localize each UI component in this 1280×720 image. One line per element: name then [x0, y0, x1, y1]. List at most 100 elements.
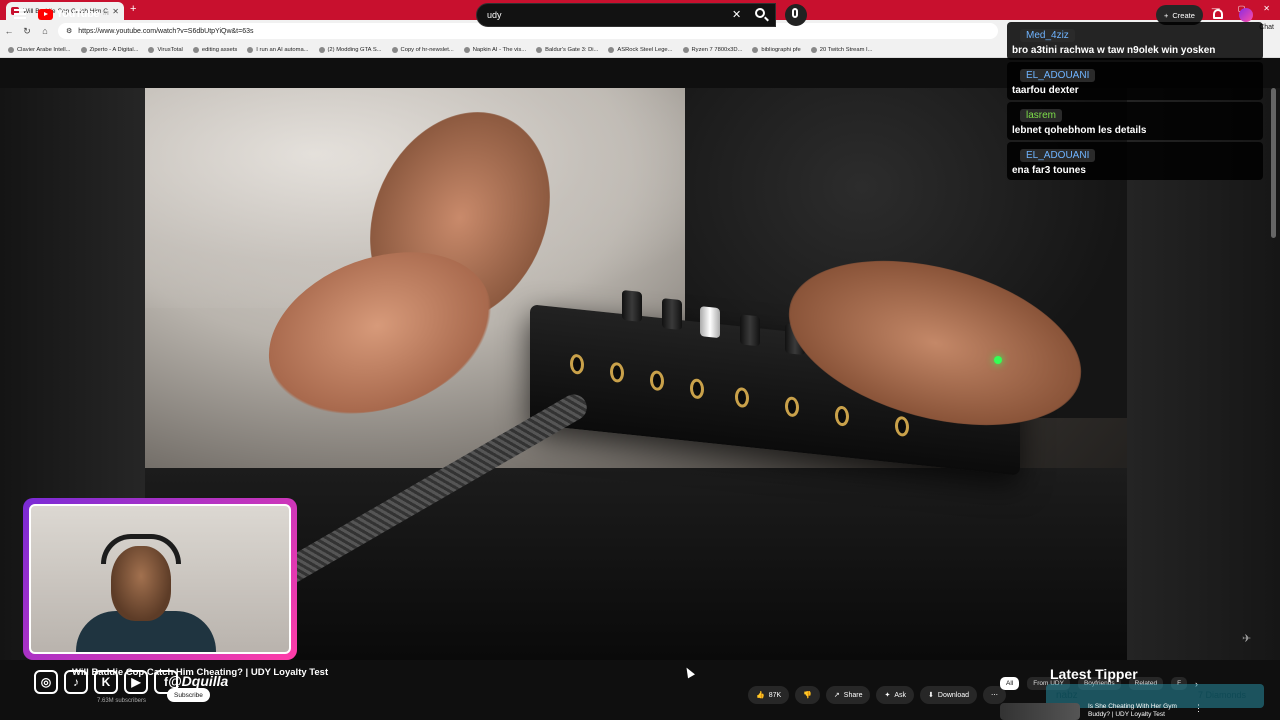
youtube-logo[interactable]: YouTube TN [38, 8, 109, 20]
bookmark-favicon-icon [247, 46, 254, 53]
chat-message: lasrem lebnet qohebhom les details [1007, 102, 1263, 140]
bookmark-label: (2) Modding GTA S... [327, 46, 382, 53]
video-actions: 👍 87K 👎 ↗ Share ✦ Ask ⬇ Download ⋯ [748, 686, 1007, 704]
menu-icon[interactable] [14, 9, 26, 19]
bookmark-item[interactable]: VirusTotal [148, 46, 183, 53]
account-avatar[interactable] [1239, 8, 1253, 22]
video-green-led [994, 356, 1002, 364]
back-icon[interactable]: ← [0, 26, 18, 36]
bookmark-label: I run an AI automa... [256, 46, 309, 53]
bookmark-favicon-icon [463, 46, 470, 53]
bookmark-label: Copy of hr-newslet... [400, 46, 454, 53]
page-scrollbar[interactable] [1271, 88, 1276, 238]
chat-text: lebnet qohebhom les details [1012, 125, 1147, 136]
reload-icon[interactable]: ↻ [18, 26, 36, 37]
bookmark-item[interactable]: Ryzen 7 7800x3D... [682, 46, 743, 53]
more-icon: ⋯ [991, 692, 999, 699]
share-button[interactable]: ↗ Share [825, 686, 871, 704]
close-window-icon[interactable]: ✕ [1263, 4, 1270, 13]
related-video-thumbnail[interactable] [1000, 703, 1080, 720]
youtube-icon[interactable]: ▶ [124, 670, 148, 694]
bookmark-label: bibliographi pfe [761, 46, 801, 53]
bookmark-item[interactable]: 20 Twitch Stream I... [810, 46, 873, 53]
new-tab-button[interactable]: + [130, 3, 136, 15]
close-tab-icon[interactable]: ✕ [112, 7, 119, 16]
chat-username: lasrem [1020, 109, 1063, 122]
bookmark-label: Ryzen 7 7800x3D... [691, 46, 743, 53]
subscribe-button[interactable]: Subscribe [167, 688, 210, 702]
bookmark-favicon-icon [682, 46, 689, 53]
bookmark-item[interactable]: ASRock Steel Lege... [608, 46, 673, 53]
bookmark-label: Napkin AI - The vis... [472, 46, 527, 53]
bookmark-label: Baldur's Gate 3: Di... [545, 46, 599, 53]
bookmark-favicon-icon [80, 46, 87, 53]
webcam-feed [29, 504, 291, 654]
instagram-icon[interactable]: ◎ [34, 670, 58, 694]
search-icon[interactable] [755, 8, 765, 18]
tipper-amount: 7 Diamonds [1198, 690, 1247, 700]
tipper-name: nabz [1056, 690, 1078, 701]
like-button[interactable]: 👍 87K [748, 686, 790, 704]
bookmark-item[interactable]: Baldur's Gate 3: Di... [536, 46, 599, 53]
plus-icon: + [1164, 10, 1169, 20]
ask-button[interactable]: ✦ Ask [876, 686, 915, 704]
bookmark-item[interactable]: (2) Modding GTA S... [318, 46, 382, 53]
thumbs-down-icon: 👎 [803, 692, 812, 699]
social-icons: ◎ ♪ K ▶ f [34, 670, 178, 694]
mic-icon [792, 8, 798, 18]
bookmark-item[interactable]: I run an AI automa... [247, 46, 309, 53]
bookmark-favicon-icon [752, 46, 759, 53]
bookmark-item[interactable]: Napkin AI - The vis... [463, 46, 527, 53]
site-info-icon[interactable]: ⚙ [66, 27, 72, 35]
logo-text: YouTube [56, 8, 100, 20]
bookmark-favicon-icon [810, 46, 817, 53]
chat-username: Med_4ziz [1020, 29, 1075, 42]
bookmark-item[interactable]: Ziperto - A Digital... [80, 46, 139, 53]
bookmark-item[interactable]: editing assets [192, 46, 238, 53]
notifications-bell-icon[interactable] [1213, 9, 1223, 19]
create-label: Create [1172, 10, 1195, 20]
like-count: 87K [768, 691, 782, 699]
bookmark-favicon-icon [391, 46, 398, 53]
kick-icon[interactable]: K [94, 670, 118, 694]
tiktok-icon[interactable]: ♪ [64, 670, 88, 694]
download-button[interactable]: ⬇ Download [920, 686, 978, 704]
bookmark-label: 20 Twitch Stream I... [819, 46, 873, 53]
dislike-button[interactable]: 👎 [795, 686, 820, 704]
streamer-handle: @Dquilla [168, 673, 229, 689]
related-more-icon[interactable]: ⋮ [1194, 703, 1203, 714]
bookmark-favicon-icon [8, 46, 14, 53]
clear-search-icon[interactable]: ✕ [732, 8, 741, 21]
bookmark-label: Ziperto - A Digital... [89, 46, 139, 53]
bookmark-item[interactable]: bibliographi pfe [752, 46, 801, 53]
chat-message: Med_4zizbro a3tini rachwa w taw n9olek w… [1007, 22, 1263, 60]
url-text: https://www.youtube.com/watch?v=S6dbUtpY… [78, 27, 254, 35]
home-icon[interactable]: ⌂ [36, 26, 54, 36]
share-icon: ↗ [833, 692, 840, 699]
share-label: Share [843, 691, 863, 699]
chat-message: EL_ADOUANI ena far3 tounes [1007, 142, 1263, 180]
bookmark-favicon-icon [192, 46, 199, 53]
search-input[interactable] [476, 3, 776, 27]
thumbs-up-icon: 👍 [756, 692, 765, 699]
chat-message: EL_ADOUANItaarfou dexter [1007, 62, 1263, 100]
bookmark-item[interactable]: Clavier Arabe Intell... [8, 46, 71, 53]
bookmark-label: Clavier Arabe Intell... [17, 46, 71, 53]
filter-chip[interactable]: All [1000, 677, 1020, 690]
download-label: Download [937, 691, 970, 699]
chat-text: taarfou dexter [1012, 85, 1079, 96]
bookmark-favicon-icon [536, 46, 543, 53]
bookmark-item[interactable]: Copy of hr-newslet... [391, 46, 454, 53]
chat-username: EL_ADOUANI [1020, 149, 1096, 162]
chat-overlay: Med_4zizbro a3tini rachwa w taw n9olek w… [1007, 22, 1263, 182]
subscriber-count: 7.63M subscribers [97, 698, 147, 704]
bookmark-label: ASRock Steel Lege... [617, 46, 673, 53]
download-icon: ⬇ [928, 692, 934, 699]
channel-watermark-icon[interactable]: ✈ [1242, 632, 1251, 645]
related-video-title[interactable]: Is She Cheating With Her Gym Buddy? | UD… [1088, 703, 1198, 719]
chat-username: EL_ADOUANI [1020, 69, 1096, 82]
youtube-play-icon [38, 8, 53, 20]
chat-text: bro a3tini rachwa w taw n9olek win yoske… [1012, 45, 1216, 56]
bookmark-label: editing assets [201, 46, 238, 53]
bookmark-favicon-icon [148, 46, 155, 53]
